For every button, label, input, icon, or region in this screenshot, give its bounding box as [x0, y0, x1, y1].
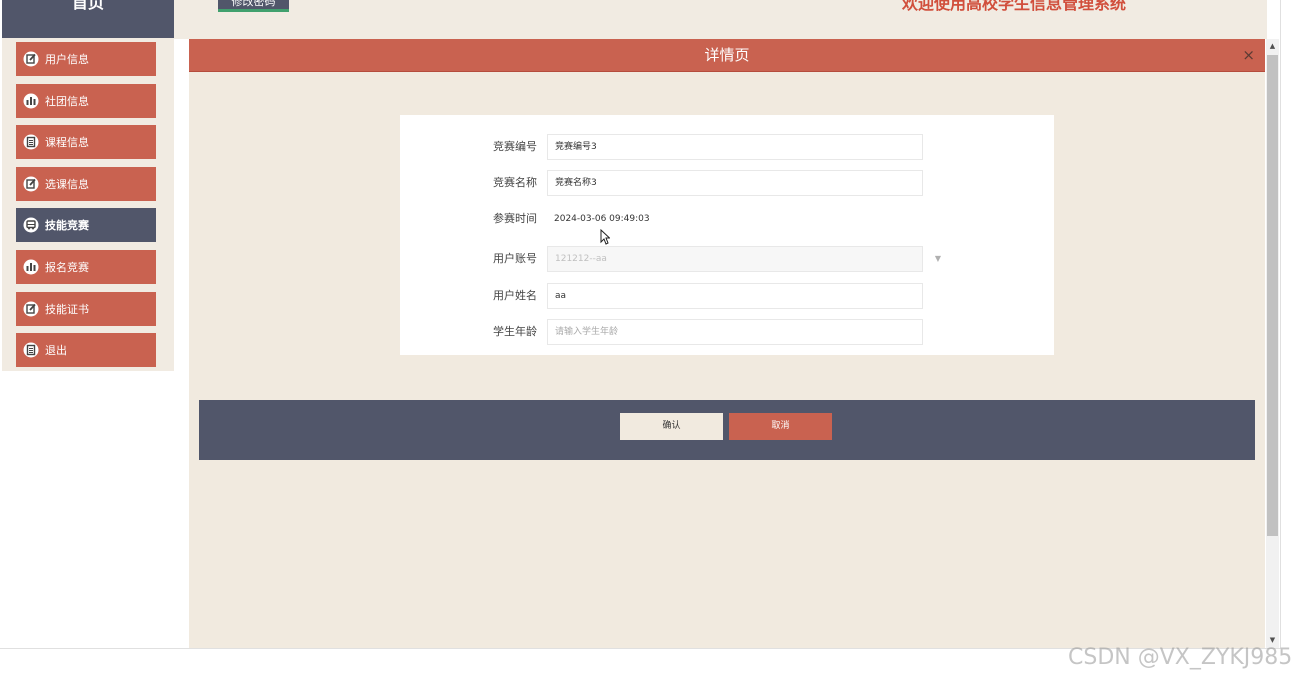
sidebar-item-competition-signup[interactable]: 报名竞赛: [16, 250, 156, 284]
chevron-down-icon: ▼: [934, 254, 941, 263]
form-row-user-name: 用户姓名 aa: [400, 283, 1054, 309]
right-divider: [1280, 0, 1281, 649]
sidebar-item-label: 技能证书: [45, 303, 89, 316]
clipboard-icon: [22, 134, 39, 151]
modal-footer: 确认 取消: [199, 400, 1255, 460]
form-row-user-account: 用户账号 121212--aa ▼: [400, 246, 1054, 272]
bar-chart-icon: [22, 93, 39, 110]
page: 首页 修改密码 欢迎使用高校学生信息管理系统 用户信息 社团信息 课程信息 选课…: [0, 0, 1311, 681]
user-name-field[interactable]: aa: [547, 283, 923, 309]
confirm-button[interactable]: 确认: [620, 413, 723, 440]
competition-no-field[interactable]: 竞赛编号3: [547, 134, 923, 160]
user-account-select[interactable]: 121212--aa: [547, 246, 923, 272]
sidebar-item-logout[interactable]: 退出: [16, 333, 156, 367]
header-bar: 修改密码 欢迎使用高校学生信息管理系统: [174, 0, 1267, 39]
sidebar-item-label: 社团信息: [45, 95, 89, 108]
sidebar-item-label: 技能竞赛: [45, 219, 89, 232]
form-row-competition-name: 竞赛名称 竞赛名称3: [400, 170, 1054, 196]
home-button[interactable]: 首页: [2, 0, 174, 38]
bar-chart-icon: [22, 259, 39, 276]
sidebar-item-label: 报名竞赛: [45, 261, 89, 274]
sidebar-item-label: 课程信息: [45, 136, 89, 149]
scroll-up-arrow-icon[interactable]: ▲: [1266, 40, 1279, 52]
sidebar-empty-area: [2, 371, 174, 648]
sidebar-item-course-info[interactable]: 课程信息: [16, 125, 156, 159]
detail-form: 竞赛编号 竞赛编号3 竞赛名称 竞赛名称3 参赛时间 2024-03-06 09…: [400, 115, 1054, 355]
scrollbar-thumb[interactable]: [1267, 55, 1278, 536]
mouse-cursor-icon: [600, 228, 611, 249]
sidebar-item-skill-certificate[interactable]: 技能证书: [16, 292, 156, 326]
form-row-entry-time: 参赛时间 2024-03-06 09:49:03: [400, 206, 1054, 232]
entry-time-label: 参赛时间: [493, 212, 537, 225]
sidebar-item-course-selection[interactable]: 选课信息: [16, 167, 156, 201]
student-age-field[interactable]: 请输入学生年龄: [547, 319, 923, 345]
competition-name-label: 竞赛名称: [493, 176, 537, 189]
home-label: 首页: [71, 0, 104, 12]
competition-no-label: 竞赛编号: [493, 140, 537, 153]
close-icon[interactable]: ×: [1242, 39, 1255, 72]
watermark: CSDN @VX_ZYKJ985: [1068, 645, 1293, 670]
edit-icon: [22, 51, 39, 68]
sidebar-item-label: 退出: [45, 344, 67, 357]
bus-icon: [22, 217, 39, 234]
edit-icon: [22, 301, 39, 318]
edit-icon: [22, 176, 39, 193]
user-name-label: 用户姓名: [493, 289, 537, 302]
sidebar-item-label: 用户信息: [45, 53, 89, 66]
form-row-competition-no: 竞赛编号 竞赛编号3: [400, 134, 1054, 160]
sidebar-item-user-info[interactable]: 用户信息: [16, 42, 156, 76]
change-password-button[interactable]: 修改密码: [218, 0, 289, 12]
cancel-button[interactable]: 取消: [729, 413, 832, 440]
sidebar-item-label: 选课信息: [45, 178, 89, 191]
form-row-student-age: 学生年龄 请输入学生年龄: [400, 319, 1054, 345]
clipboard-icon: [22, 342, 39, 359]
sidebar-item-club-info[interactable]: 社团信息: [16, 84, 156, 118]
sidebar-item-skill-competition[interactable]: 技能竞赛: [16, 208, 156, 242]
competition-name-field[interactable]: 竞赛名称3: [547, 170, 923, 196]
welcome-text: 欢迎使用高校学生信息管理系统: [902, 0, 1127, 13]
student-age-label: 学生年龄: [493, 325, 537, 338]
detail-modal: 详情页 × 竞赛编号 竞赛编号3 竞赛名称 竞赛名称3 参赛时间 2024-03…: [189, 39, 1265, 648]
user-account-label: 用户账号: [493, 252, 537, 265]
modal-title: 详情页: [189, 39, 1265, 72]
